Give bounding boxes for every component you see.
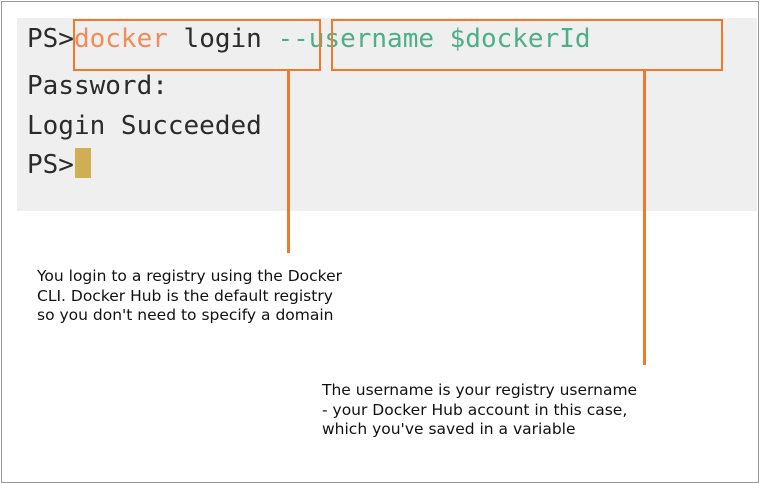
callout-text-username: The username is your registry username -… xyxy=(322,381,638,438)
connector-line-login xyxy=(287,71,290,253)
callout-text-login: You login to a registry using the Docker… xyxy=(37,267,343,324)
prompt: PS> xyxy=(27,24,74,54)
terminal-line-prompt: PS> xyxy=(27,147,91,183)
prompt: PS> xyxy=(27,150,74,180)
terminal-line-result: Login Succeeded xyxy=(27,111,262,141)
callout-box-username xyxy=(331,19,723,71)
callout-box-login xyxy=(73,19,321,71)
cursor-block xyxy=(74,148,91,178)
terminal-line-password: Password: xyxy=(27,71,168,101)
connector-line-username xyxy=(643,71,646,365)
